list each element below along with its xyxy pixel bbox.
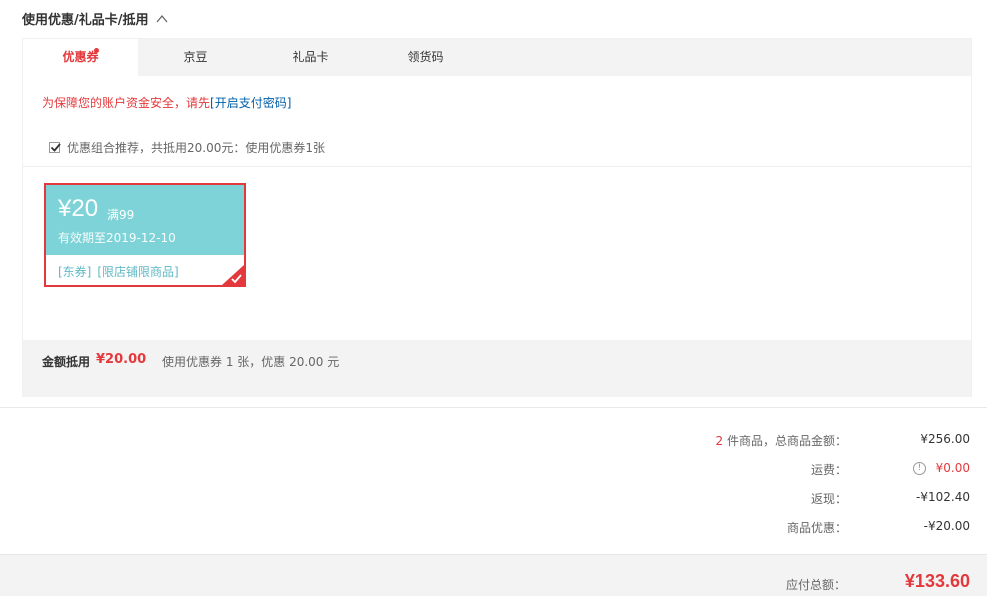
tab-label: 优惠券 xyxy=(62,50,99,64)
summary-label: 金额抵用 xyxy=(42,355,91,369)
selected-check-icon xyxy=(222,265,244,285)
summary-amount: ¥20.00 xyxy=(96,352,147,367)
tab-coupons[interactable]: 优惠券 xyxy=(23,39,138,76)
product-discount-value: -¥20.00 xyxy=(923,519,970,533)
combo-recommend-checkbox[interactable] xyxy=(49,142,61,153)
coupon-card[interactable]: ¥20 满99 有效期至2019-12-10 [东券] [限店铺限商品] xyxy=(44,183,246,287)
security-note-text: 为保障您的账户资金安全，请先 xyxy=(42,96,211,110)
coupon-amount: ¥20 xyxy=(58,195,99,222)
new-dot-indicator xyxy=(94,48,99,53)
shipping-value: ¥0.00 xyxy=(935,461,970,475)
coupon-validity: 有效期至2019-12-10 xyxy=(58,231,176,245)
info-icon[interactable]: ! xyxy=(913,462,926,475)
discount-section: 使用优惠/礼品卡/抵用 优惠券 京豆 礼品卡 领货码 为保障您的账户资金安全，请… xyxy=(0,0,987,408)
cashback-value: -¥102.40 xyxy=(916,490,970,504)
grand-total-value: ¥133.60 xyxy=(904,571,970,591)
tab-jingdou[interactable]: 京豆 xyxy=(138,39,253,76)
tab-label: 京豆 xyxy=(183,50,208,64)
cashback-row: 返现： -¥102.40 xyxy=(570,490,970,510)
items-total-label: 2 件商品，总商品金额： xyxy=(716,432,847,449)
discount-summary-bar: 金额抵用 ¥20.00 使用优惠券 1 张，优惠 20.00 元 xyxy=(23,340,971,397)
combo-recommend-label: 优惠组合推荐，共抵用20.00元：使用优惠券1张 xyxy=(67,141,325,155)
coupon-tag: [限店铺限商品] xyxy=(97,265,179,279)
summary-description: 使用优惠券 1 张，优惠 20.00 元 xyxy=(162,355,340,369)
divider xyxy=(23,166,971,167)
coupon-header: ¥20 满99 有效期至2019-12-10 xyxy=(46,185,244,255)
items-total-value: ¥256.00 xyxy=(920,432,970,446)
security-note: 为保障您的账户资金安全，请先[开启支付密码] xyxy=(42,94,291,111)
coupon-condition: 满99 xyxy=(107,208,135,222)
discount-panel: 优惠券 京豆 礼品卡 领货码 为保障您的账户资金安全，请先[开启支付密码] 优惠… xyxy=(22,38,972,397)
coupon-tag: [东券] xyxy=(58,265,92,279)
grand-total-label: 应付总额： xyxy=(785,578,846,592)
combo-recommend-row: 优惠组合推荐，共抵用20.00元：使用优惠券1张 xyxy=(49,139,325,156)
grand-total-bar: 应付总额： ¥133.60 xyxy=(0,554,987,596)
product-discount-row: 商品优惠： -¥20.00 xyxy=(570,519,970,539)
section-title: 使用优惠/礼品卡/抵用 xyxy=(22,13,149,28)
coupon-tags: [东券] [限店铺限商品] xyxy=(58,263,185,280)
shipping-row: 运费： ! ¥0.00 xyxy=(570,461,970,481)
tab-bar: 优惠券 京豆 礼品卡 领货码 xyxy=(23,39,971,76)
cashback-label: 返现： xyxy=(810,492,847,506)
tab-gift-card[interactable]: 礼品卡 xyxy=(253,39,368,76)
tab-label: 领货码 xyxy=(407,50,444,64)
chevron-up-icon xyxy=(155,12,169,26)
items-label-text: 件商品，总商品金额： xyxy=(723,434,847,448)
items-total-row: 2 件商品，总商品金额： ¥256.00 xyxy=(570,432,970,452)
shipping-label: 运费： xyxy=(810,463,847,477)
section-toggle[interactable]: 使用优惠/礼品卡/抵用 xyxy=(22,9,169,28)
tab-label: 礼品卡 xyxy=(292,50,329,64)
product-discount-label: 商品优惠： xyxy=(786,521,847,535)
tab-redeem-code[interactable]: 领货码 xyxy=(368,39,483,76)
enable-pay-password-link[interactable]: [开启支付密码] xyxy=(210,96,291,110)
